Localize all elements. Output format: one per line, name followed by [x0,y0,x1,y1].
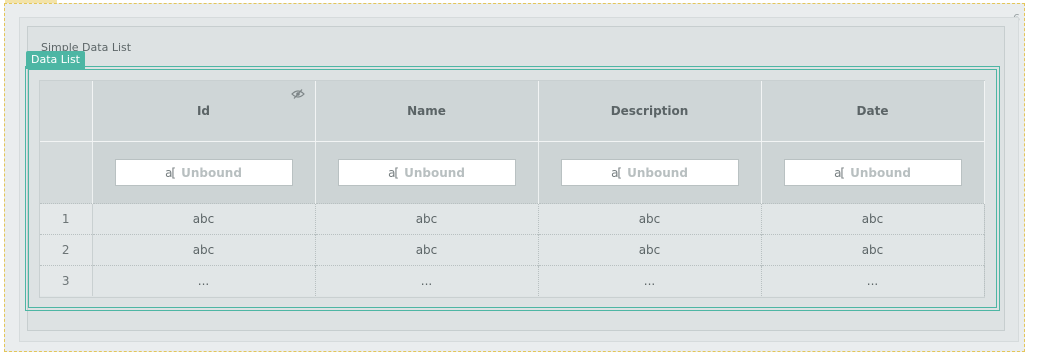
data-list-badge[interactable]: Data List [26,51,85,69]
table-cell[interactable]: ... [315,265,539,296]
table-cell[interactable]: abc [538,203,762,235]
filter-cell-date: a[ Unbound [761,141,985,204]
filter-cell-description: a[ Unbound [538,141,762,204]
table-cell[interactable]: abc [315,234,539,266]
text-cursor-icon: a[ [611,165,622,180]
eye-slash-icon[interactable] [290,89,305,99]
table-cell[interactable]: abc [92,203,316,235]
table-row[interactable]: 1 abc abc abc abc [40,203,985,235]
table-row[interactable]: 3 ... ... ... ... [40,265,985,296]
table-row[interactable]: 2 abc abc abc abc [40,234,985,266]
filter-placeholder: Unbound [404,165,465,180]
table-cell[interactable]: abc [538,234,762,266]
text-cursor-icon: a[ [834,165,845,180]
table-cell[interactable]: ... [538,265,762,296]
filter-input-description[interactable]: a[ Unbound [560,159,739,186]
filter-input-id[interactable]: a[ Unbound [114,159,293,186]
filter-placeholder: Unbound [850,165,911,180]
filter-cell-id: a[ Unbound [92,141,316,204]
text-cursor-icon: a[ [165,165,176,180]
column-header-label: Date [856,104,889,118]
table-cell[interactable]: abc [92,234,316,266]
filter-placeholder: Unbound [627,165,688,180]
table-cell[interactable]: ... [761,265,985,296]
column-header-description[interactable]: Description [538,81,762,142]
data-table: Id Name Description Date a[Unbound a[U… [40,81,985,296]
data-grid[interactable]: Id Name Description Date a[Unbound a[U… [39,80,985,298]
table-cell[interactable]: abc [761,234,985,266]
filter-row: a[ Unbound a[ Unbound a[Unbound a[Unbo… [40,141,985,204]
filter-index-cell [40,141,93,204]
column-header-name[interactable]: Name [315,81,539,142]
column-header-date[interactable]: Date [761,81,985,142]
column-header-label: Description [610,104,689,118]
row-index: 3 [40,265,93,296]
column-header-id[interactable]: Id [92,81,316,142]
filter-input-name[interactable]: a[ Unbound [337,159,516,186]
row-index: 1 [40,203,93,235]
table-cell[interactable]: ... [92,265,316,296]
text-cursor-icon: a[ [388,165,399,180]
index-column-header [40,81,93,142]
table-cell[interactable]: abc [761,203,985,235]
filter-input-date[interactable]: a[ Unbound [783,159,962,186]
column-header-label: Id [196,104,211,118]
column-header-label: Name [407,104,446,118]
designer-canvas: 6 Simple Data List Data List Id [0,0,1037,362]
filter-placeholder: Unbound [181,165,242,180]
data-list-selection[interactable]: Id Name Description Date a[Unbound a[U… [25,66,1000,311]
row-index: 2 [40,234,93,266]
table-cell[interactable]: abc [315,203,539,235]
filter-cell-name: a[ Unbound [315,141,539,204]
header-row: Id Name Description Date [40,81,985,142]
